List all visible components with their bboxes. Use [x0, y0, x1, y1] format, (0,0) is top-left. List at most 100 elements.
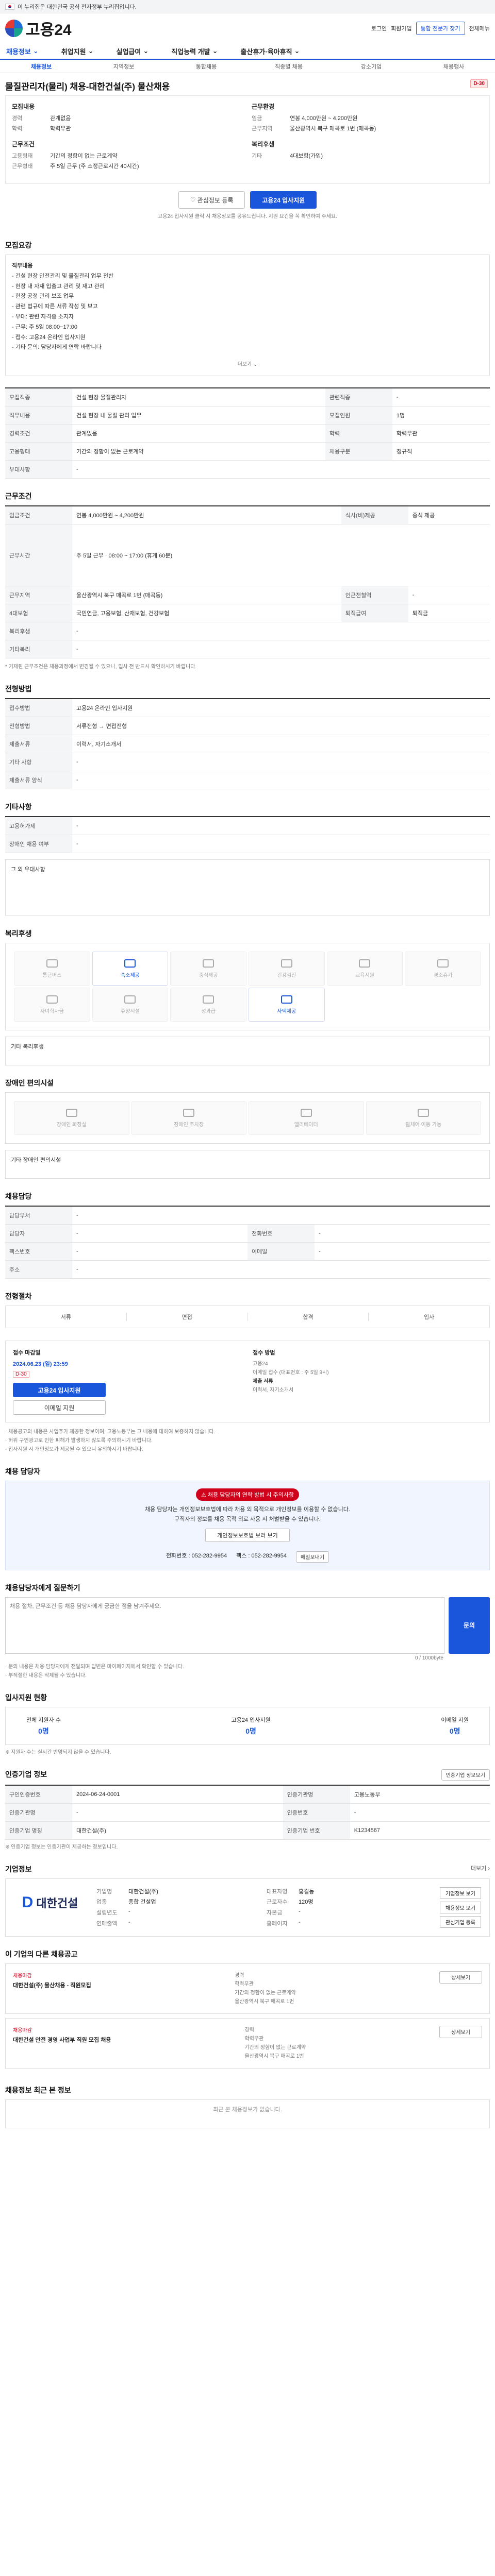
email-apply-button[interactable]: 이메일 지원 [13, 1400, 106, 1415]
site-logo[interactable]: 고용24 [5, 17, 72, 40]
subnav-item[interactable]: 강소기업 [330, 62, 412, 71]
section-title: 전형절차 [5, 1292, 32, 1301]
hr-table: 담당부서 - 담당자 - 전화번호 - 팩스번호 - 이메일 - 주소 - [5, 1206, 490, 1279]
graduation-icon [46, 995, 58, 1004]
section-title: 모집요강 [5, 241, 32, 249]
bus-icon [46, 959, 58, 968]
main-nav: 채용정보 ⌄ 취업지원 ⌄ 실업급여 ⌄ 직업능력 개발 ⌄ 출산휴가·육아휴직 ⌄ [0, 43, 495, 60]
welfare-grid: 통근버스 숙소제공 중식제공 건강검진 교육지원 경조휴가 자녀학자금 휴양시설… [5, 943, 490, 1031]
privacy-law-button[interactable]: 개인정보보호법 보러 보기 [205, 1528, 290, 1542]
apply-button[interactable]: 고용24 입사지원 [250, 191, 317, 209]
step-item: 합격 [248, 1313, 369, 1321]
site-header: 고용24 로그인 회원가입 통합 전문가 찾기 전체메뉴 [0, 13, 495, 43]
apply-button[interactable]: 고용24 입사지원 [13, 1383, 106, 1398]
meal-icon [203, 959, 214, 968]
all-menu-button[interactable]: 전체메뉴 [469, 24, 490, 32]
extra-welfare-box: 기타 복리후생 [5, 1037, 490, 1066]
interest-company-button[interactable]: 관심기업 등록 [440, 1916, 481, 1928]
detail-button[interactable]: 상세보기 [439, 2025, 482, 2038]
detail-button[interactable]: 상세보기 [439, 1971, 482, 1984]
chevron-down-icon: ⌄ [294, 47, 300, 55]
save-interest-button[interactable]: ♡ 관심정보 등록 [178, 191, 245, 209]
subnav-item[interactable]: 직종별 채용 [248, 62, 330, 71]
section-title: 복리후생 [5, 929, 32, 938]
restroom-icon [65, 1108, 77, 1117]
nav-item-support[interactable]: 취업지원 ⌄ [50, 46, 105, 56]
book-icon [359, 959, 371, 968]
subnav-item[interactable]: 채용정보 [0, 62, 82, 71]
apply-note: 고용24 입사지원 클릭 시 채용정보를 공유드립니다. 지원 요건을 꼭 확인… [157, 214, 338, 219]
resort-icon [124, 995, 136, 1004]
apply-method-table: 접수방법 고용24 온라인 입사지원 전형방법 서류전형 → 면접전형 제출서류 이력… [5, 698, 490, 790]
section-title: 근무조건 [5, 492, 32, 501]
facility-item: 엘리베이터 [249, 1101, 364, 1136]
sub-nav: 채용정보 지역정보 통합채용 직종별 채용 강소기업 채용행사 [0, 60, 495, 73]
step-item: 입사 [424, 1314, 435, 1321]
subnav-item[interactable]: 채용행사 [412, 62, 495, 71]
house-icon [124, 959, 136, 968]
section-title: 장애인 편의시설 [5, 1079, 54, 1088]
step-item: 면접 [127, 1313, 248, 1321]
company-info: 기업명 대한건설(주) 대표자명 홍길동 업종 종합 건설업 근로자수 120명 설립년… [96, 1888, 315, 1927]
apartment-icon [280, 995, 292, 1004]
section-title: 채용정보 최근 본 정보 [5, 2086, 71, 2094]
gov-banner: 이 누리집은 대한민국 공식 전자정부 누리집입니다. [0, 0, 495, 13]
subnav-item[interactable]: 통합채용 [165, 62, 248, 71]
contact-warning: ⚠ 채용 담당자의 연락 방법 시 주의사항 채용 담당자는 개인정보보호법에 … [5, 1481, 490, 1570]
facility-item: 휠체어 이동 가능 [366, 1101, 481, 1136]
company-jobs-button[interactable]: 채용정보 보기 [440, 1901, 481, 1913]
section-title: 채용담당 [5, 1192, 32, 1201]
nav-item-leave[interactable]: 출산휴가·육아휴직 ⌄ [229, 46, 311, 56]
nav-item-training[interactable]: 직업능력 개발 ⌄ [160, 46, 229, 56]
work-table: 임금조건 연봉 4,000만원 ~ 4,200만원 식사(비)제공 중식 제공 근무시… [5, 505, 490, 659]
nav-item-unemployment[interactable]: 실업급여 ⌄ [105, 46, 160, 56]
section-title: 기타사항 [5, 803, 32, 811]
deadline-badge: D-30 [470, 79, 488, 88]
other-posting[interactable]: 채용마감 대한건설 안전 경영 사업부 직원 모집 채용 경력 학력무관 기간의… [5, 2018, 490, 2069]
signup-link[interactable]: 회원가입 [391, 24, 411, 32]
section-title: 채용 담당자 [5, 1467, 41, 1476]
stat-item: 이메일 지원 0명 [441, 1717, 469, 1735]
logo-mark-icon [5, 20, 23, 37]
facility-item: 장애인 주차장 [131, 1101, 246, 1136]
work-footnote: * 기재된 근무조건은 채용과정에서 변경될 수 있으니, 입사 전 반드시 확… [5, 664, 197, 670]
nav-item-jobs[interactable]: 채용정보 ⌄ [5, 46, 50, 56]
stat-item: 고용24 입사지원 0명 [231, 1717, 271, 1735]
section-title: 인증기업 정보 인증기업 정보보기 [5, 1757, 490, 1785]
chevron-down-icon: ⌄ [143, 47, 149, 55]
question-input[interactable] [5, 1597, 444, 1654]
submit-question-button[interactable]: 문의 [449, 1597, 490, 1654]
company-more-link[interactable]: 더보기 › [471, 1864, 490, 1874]
wheelchair-icon [418, 1108, 430, 1117]
other-posting[interactable]: 채용마감 대한건설(주) 물산채용 - 직원모집 경력 학력무관 기간의 정함이… [5, 1963, 490, 2014]
welfare-item: 경조휴가 [405, 952, 481, 986]
expert-search-button[interactable]: 통합 전문가 찾기 [416, 22, 465, 35]
send-email-button[interactable]: 메일보내기 [296, 1551, 329, 1563]
calendar-icon [437, 959, 449, 968]
more-button[interactable]: 더보기 ⌄ [12, 353, 483, 369]
facility-item: 장애인 화장실 [14, 1101, 129, 1136]
korea-flag-icon [5, 3, 14, 10]
posting-summary: 모집내용 경력 관계없음 학력 학력무관 근무조건 고용형태 기간의 정함이 없는 근… [5, 95, 490, 184]
qa-form: 문의 [5, 1597, 490, 1654]
cert-info-button[interactable]: 인증기업 정보보기 [441, 1769, 490, 1781]
posting-actions: ♡ 관심정보 등록 고용24 입사지원 [5, 184, 490, 212]
welfare-item: 교육지원 [326, 952, 403, 986]
welfare-item: 자녀학자금 [14, 988, 90, 1022]
elevator-icon [300, 1108, 312, 1117]
welfare-item: 숙소제공 [92, 952, 169, 986]
disability-grid: 장애인 화장실 장애인 주차장 엘리베이터 휠체어 이동 가능 [5, 1092, 490, 1144]
extra-preference-box: 그 외 우대사항 [5, 859, 490, 917]
warning-banner: ⚠ 채용 담당자의 연락 방법 시 주의사항 [195, 1488, 299, 1501]
welfare-item: 건강검진 [249, 952, 325, 986]
company-card: D 대한건설 기업명 대한건설(주) 대표자명 홍길동 업종 종합 건설업 근로자수 1… [5, 1878, 490, 1937]
company-info-button[interactable]: 기업정보 보기 [440, 1887, 481, 1899]
conditions-table: 모집직종 건설 현장 물질관리자 관련직종 - 직무내용 건설 현장 내 물질 관리 업… [5, 387, 490, 479]
welfare-item: 통근버스 [14, 952, 90, 986]
chevron-down-icon: ⌄ [212, 47, 218, 55]
application-stats: 전체 지원자 수 0명 고용24 입사지원 0명 이메일 지원 0명 [5, 1706, 490, 1745]
login-link[interactable]: 로그인 [371, 24, 387, 32]
selection-steps: 서류 면접 합격 입사 [5, 1306, 490, 1329]
subnav-item[interactable]: 지역정보 [82, 62, 165, 71]
alert-icon: ⚠ [201, 1492, 208, 1499]
